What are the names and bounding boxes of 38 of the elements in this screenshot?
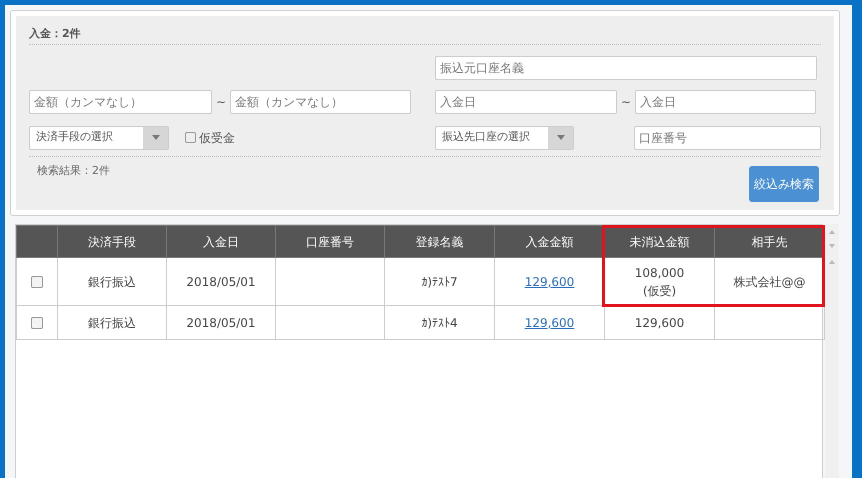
input-field[interactable]: 入金日	[635, 90, 816, 114]
table-cell: ｶ)ﾃｽﾄ4	[421, 316, 458, 330]
range-separator: ~	[621, 94, 632, 110]
checkbox-label: 仮受金	[199, 130, 235, 146]
table-cell: ｶ)ﾃｽﾄ7	[421, 274, 458, 288]
table-cell: 株式会社@@	[734, 274, 806, 288]
caret-icon	[152, 135, 160, 140]
amount-link[interactable]: 129,600	[524, 274, 574, 288]
table-cell: 129,600	[634, 316, 684, 330]
panel-title: 入金：2件	[29, 26, 821, 44]
table-cell: 2018/05/01	[186, 316, 256, 330]
input-field[interactable]: 入金日	[435, 90, 617, 114]
result-count: 検索結果：2件	[37, 162, 110, 178]
row-checkbox[interactable]	[31, 317, 43, 330]
table-cell: 銀行振込	[88, 274, 136, 288]
column-header: 入金金額	[494, 226, 604, 258]
table-cell: 2018/05/01	[186, 274, 256, 288]
table-cell: 銀行振込	[88, 316, 136, 330]
range-separator: ~	[216, 94, 226, 110]
select-dropdown[interactable]: 決済手段の選択	[29, 126, 169, 150]
column-header: 未消込金額	[604, 226, 714, 258]
column-header: 決済手段	[58, 226, 166, 258]
select-dropdown[interactable]: 振込先口座の選択	[435, 126, 574, 150]
column-header: 入金日	[166, 226, 276, 258]
input-field[interactable]: 口座番号	[634, 126, 821, 150]
table-cell: 108,000 (仮受)	[634, 266, 684, 298]
input-field[interactable]: 金額（カンマなし）	[230, 90, 412, 114]
column-header: 口座番号	[276, 226, 384, 258]
scrollbar-drawing[interactable]	[825, 224, 839, 478]
input-field[interactable]: 金額（カンマなし）	[29, 90, 212, 114]
caret-icon	[556, 135, 564, 140]
search-button[interactable]: 絞込み検索	[749, 166, 819, 202]
row-checkbox[interactable]	[31, 276, 43, 288]
checkbox[interactable]	[185, 132, 196, 143]
column-header: 登録名義	[384, 226, 494, 258]
input-field[interactable]: 振込元口座名義	[435, 56, 817, 80]
amount-link[interactable]: 129,600	[524, 316, 574, 330]
header-cell	[16, 226, 58, 258]
